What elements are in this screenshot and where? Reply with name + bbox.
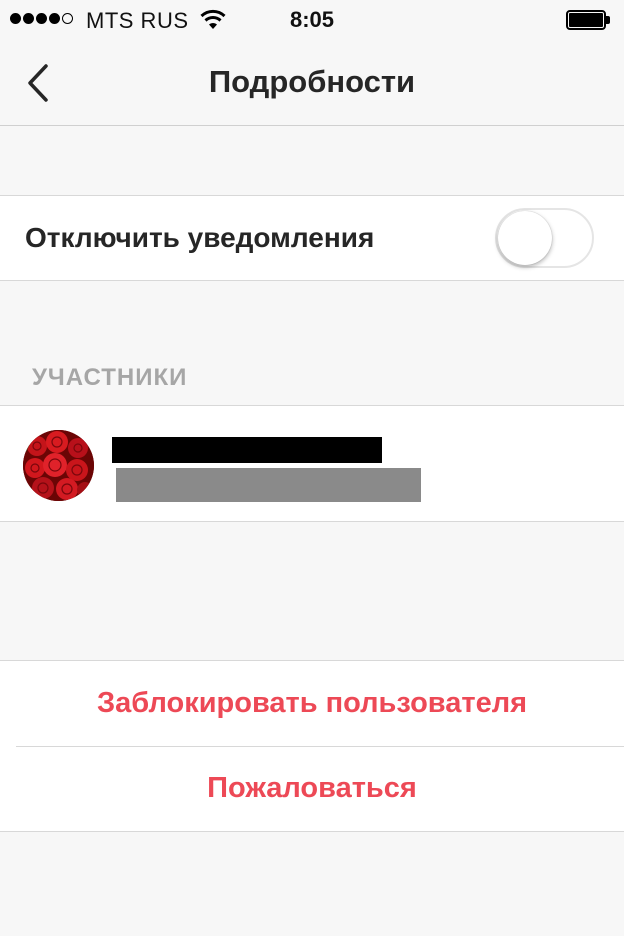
nav-bar: Подробности (0, 40, 624, 126)
clock: 8:05 (289, 7, 335, 32)
status-bar: MTS RUS 8:05 (0, 0, 624, 40)
participant-name-redacted (112, 437, 382, 463)
block-user-button[interactable]: Заблокировать пользователя (0, 661, 624, 746)
toggle-knob (498, 211, 552, 265)
report-button[interactable]: Пожаловаться (0, 746, 624, 831)
actions-group: Заблокировать пользователя Пожаловаться (0, 660, 624, 832)
mute-notifications-row: Отключить уведомления (0, 195, 624, 281)
mute-notifications-toggle[interactable] (495, 208, 594, 268)
participant-username-redacted (116, 468, 421, 502)
participants-header: УЧАСТНИКИ (32, 364, 188, 391)
mute-notifications-label: Отключить уведомления (25, 222, 375, 253)
screen: MTS RUS 8:05 Подробности Отключить уведо… (0, 0, 624, 936)
participant-row[interactable] (0, 405, 624, 522)
battery-icon (566, 10, 610, 30)
page-title: Подробности (208, 64, 416, 99)
avatar (23, 430, 94, 501)
